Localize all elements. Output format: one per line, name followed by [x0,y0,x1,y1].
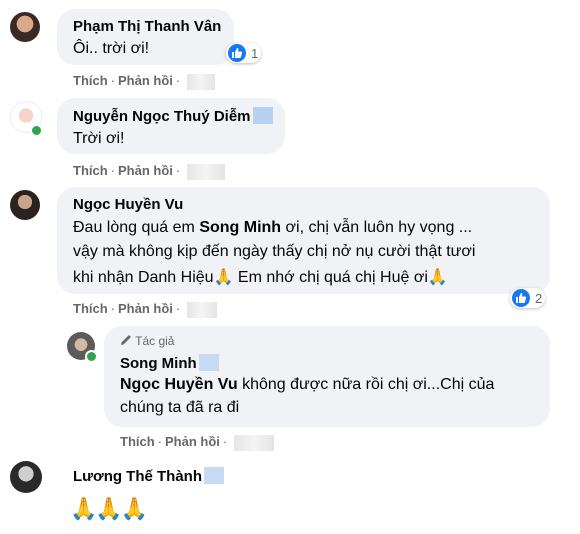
comment-author[interactable]: Phạm Thị Thanh Vân [73,18,221,35]
comment-author-name: Lương Thế Thành [73,468,203,485]
comment-text: Trời ơi! [73,130,125,147]
reaction-count: 2 [535,290,543,306]
separator: · [175,73,181,88]
redacted-name-box [198,354,219,371]
online-status-indicator [85,350,98,363]
comment-actions: Thích · Phản hồi · [73,163,226,180]
reaction-badge[interactable]: 2 [510,288,546,308]
reaction-count: 1 [251,45,259,61]
reply-button[interactable]: Phản hồi [118,301,173,316]
separator: · [110,301,116,316]
comment-author-name: Nguyễn Ngọc Thuý Diễm [73,108,251,125]
separator: · [157,434,163,449]
reply-button[interactable]: Phản hồi [165,434,220,449]
separator: · [110,73,116,88]
separator: · [222,434,228,449]
comment-text: Ôi.. trời ơi! [73,40,150,57]
author-badge-label: Tác giả [135,334,175,348]
pencil-icon [121,335,131,345]
like-icon [512,289,530,307]
redacted-name-box [204,467,225,484]
comment-author[interactable]: Song Minh [120,354,219,372]
comment-text-segment: khi nhận Danh Hiệu [73,269,214,286]
comment-actions: Thích · Phản hồi · [120,434,275,451]
reaction-badge[interactable]: 1 [226,43,262,63]
reply-button[interactable]: Phản hồi [118,163,173,178]
separator: · [110,163,116,178]
comment-text-line: khi nhận Danh Hiệu🙏 Em nhớ chị quá chị H… [73,267,448,287]
separator: · [175,163,181,178]
avatar[interactable] [10,190,40,220]
comment-text-segment: Đau lòng quá em [73,219,200,236]
timestamp-redacted [187,163,226,180]
timestamp-redacted [187,73,216,90]
comment-author-name: Song Minh [120,355,197,372]
comment-text-line: Ngọc Huyền Vu không được nữa rồi chị ơi.… [120,376,494,394]
author-badge: Tác giả [120,334,174,348]
comment-text-line: vậy mà không kịp đến ngày thấy chị nở nụ… [73,243,476,260]
redacted-name-box [252,107,273,124]
comment-text-line: Đau lòng quá em Song Minh ơi, chị vẫn lu… [73,219,472,237]
comment-actions: Thích · Phản hồi · [73,73,216,90]
reply-button[interactable]: Phản hồi [118,73,173,88]
online-status-indicator [30,124,43,137]
like-button[interactable]: Thích [120,434,155,449]
comment-author[interactable]: Nguyễn Ngọc Thuý Diễm [73,107,273,125]
avatar[interactable] [10,461,42,493]
like-button[interactable]: Thích [73,301,108,316]
avatar[interactable] [10,12,40,42]
pray-emoji-icon: 🙏 [213,269,234,286]
emoji-reply: 🙏🙏🙏 [70,496,148,521]
comment-text-segment: ơi, chị vẫn luôn hy vọng ... [281,219,473,236]
comment-text-segment: Em nhớ chị quá chị Huệ ơi [233,269,428,286]
pray-emoji-icon: 🙏 [427,269,448,286]
like-icon [228,44,246,62]
comment-text-segment: không được nữa rồi chị ơi...Chị của [237,376,495,393]
comment-actions: Thích · Phản hồi · [73,301,218,318]
comment-author[interactable]: Lương Thế Thành [73,467,225,485]
timestamp-redacted [187,301,218,318]
timestamp-redacted [234,434,275,451]
comment-text-line: chúng ta đã ra đi [120,399,240,416]
comment-author[interactable]: Ngọc Huyền Vu [73,196,183,213]
separator: · [175,301,181,316]
like-button[interactable]: Thích [73,73,108,88]
like-button[interactable]: Thích [73,163,108,178]
mention-link[interactable]: Ngọc Huyền Vu [120,376,238,393]
mention-link[interactable]: Song Minh [199,219,281,236]
